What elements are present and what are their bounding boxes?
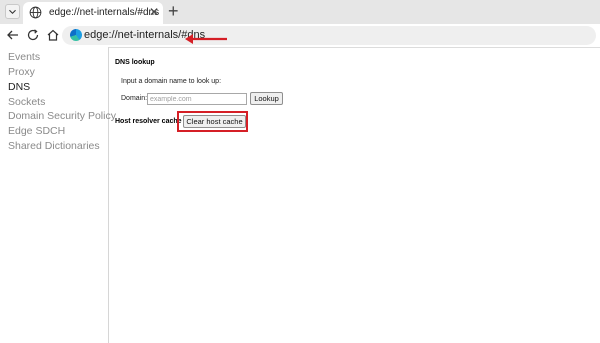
sidebar: Events Proxy DNS Sockets Domain Security… (0, 47, 116, 343)
browser-tab[interactable]: edge://net-internals/#dns ✕ (23, 2, 163, 24)
refresh-icon[interactable] (25, 27, 41, 43)
tab-actions-button[interactable] (5, 4, 20, 19)
sidebar-item-sockets[interactable]: Sockets (8, 96, 45, 108)
sidebar-item-dns[interactable]: DNS (8, 81, 30, 93)
address-bar[interactable]: edge://net-internals/#dns (62, 26, 596, 45)
sidebar-item-events[interactable]: Events (8, 51, 40, 63)
edge-logo-icon (70, 29, 82, 41)
lookup-button[interactable]: Lookup (250, 92, 283, 105)
home-icon[interactable] (45, 27, 61, 43)
sidebar-item-edge-sdch[interactable]: Edge SDCH (8, 125, 65, 137)
main-content: DNS lookup Input a domain name to look u… (109, 47, 600, 343)
globe-icon (29, 6, 42, 19)
sidebar-item-proxy[interactable]: Proxy (8, 66, 35, 78)
chevron-down-icon (9, 9, 16, 14)
close-tab-icon[interactable]: ✕ (149, 5, 159, 19)
sidebar-item-shared-dictionaries[interactable]: Shared Dictionaries (8, 140, 100, 152)
host-resolver-cache-heading: Host resolver cache (115, 118, 182, 125)
sidebar-item-domain-security-policy[interactable]: Domain Security Policy (8, 110, 116, 122)
back-arrow-icon[interactable] (5, 27, 21, 43)
domain-label: Domain: (121, 95, 148, 102)
lookup-instruction: Input a domain name to look up: (121, 78, 222, 85)
tab-title: edge://net-internals/#dns (49, 7, 160, 18)
annotation-arrow-icon (185, 34, 227, 44)
clear-host-cache-button[interactable]: Clear host cache (183, 115, 246, 128)
new-tab-button[interactable]: + (168, 1, 179, 21)
tab-strip: edge://net-internals/#dns ✕ + (0, 0, 600, 24)
domain-input[interactable] (147, 93, 247, 105)
dns-lookup-heading: DNS lookup (115, 59, 155, 66)
toolbar: edge://net-internals/#dns (0, 24, 600, 48)
